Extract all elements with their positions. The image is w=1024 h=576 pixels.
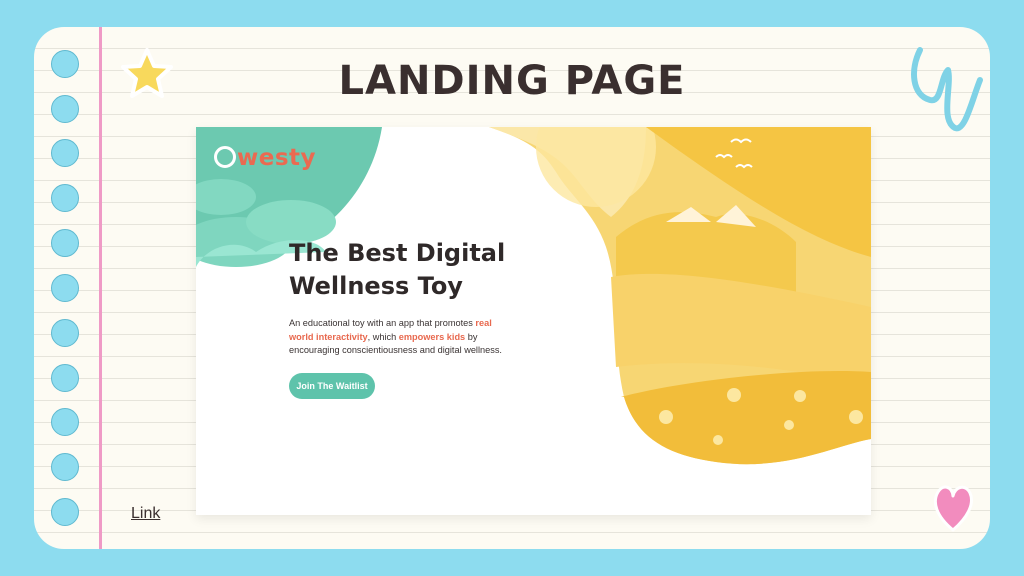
hero-title-line-1: The Best Digital xyxy=(289,239,506,267)
desc-text: , which xyxy=(367,331,399,342)
logo-wordmark: westy xyxy=(237,145,317,171)
logo-q-mark xyxy=(214,146,236,168)
binder-ring xyxy=(51,274,79,302)
hero-description: An educational toy with an app that prom… xyxy=(289,317,514,358)
brand-logo[interactable]: westy xyxy=(214,145,316,171)
margin-line xyxy=(99,27,102,549)
star-icon xyxy=(121,48,173,98)
desc-highlight-empowers: empowers kids xyxy=(398,331,466,342)
binder-ring xyxy=(51,319,79,347)
binder-ring xyxy=(51,408,79,436)
binder-ring xyxy=(51,184,79,212)
hero-title-line-2: Wellness Toy xyxy=(289,272,463,300)
binder-ring xyxy=(51,139,79,167)
binder-ring xyxy=(51,498,79,526)
desc-text: An educational toy with an app that prom… xyxy=(289,318,476,328)
landing-page-screenshot: westy The Best Digital Wellness Toy An e… xyxy=(196,127,871,515)
hero-title: The Best Digital Wellness Toy xyxy=(289,237,549,303)
slide-link[interactable]: Link xyxy=(131,505,160,523)
squiggle-icon xyxy=(911,47,983,132)
heart-icon xyxy=(933,485,973,532)
join-waitlist-button[interactable]: Join The Waitlist xyxy=(289,373,375,399)
binder-ring xyxy=(51,229,79,257)
binder-ring xyxy=(51,453,79,481)
binder-ring xyxy=(51,364,79,392)
